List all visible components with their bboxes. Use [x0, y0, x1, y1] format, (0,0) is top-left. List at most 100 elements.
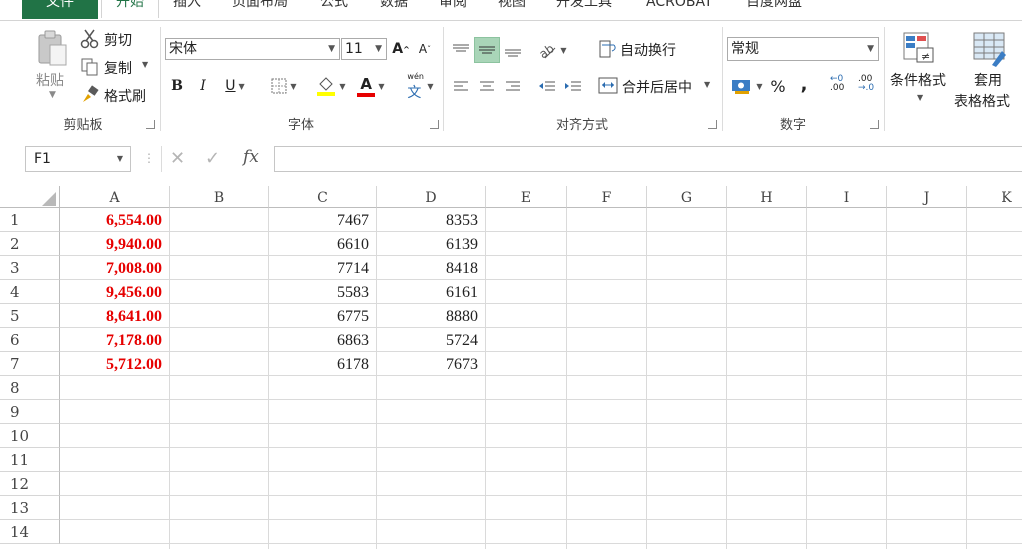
row-header-14[interactable]: 14 — [0, 520, 60, 544]
cell-a6[interactable]: 7,178.00 — [60, 328, 170, 352]
tab-developer[interactable]: 开发工具 — [556, 0, 612, 18]
row-header-2[interactable]: 2 — [0, 232, 60, 256]
cell-c2[interactable]: 6610 — [269, 232, 377, 256]
align-left-button[interactable] — [450, 73, 472, 99]
conditional-formatting-button[interactable]: ≠ 条件格式 ▼ — [888, 29, 952, 109]
paste-dropdown-icon[interactable]: ▼ — [49, 90, 56, 100]
merge-center-button[interactable]: 合并后居中 ▼ — [596, 73, 720, 99]
fill-color-button[interactable]: ▼ — [313, 73, 349, 99]
cell-d6[interactable]: 5724 — [377, 328, 486, 352]
column-header-j[interactable]: J — [887, 186, 967, 208]
number-launcher-icon[interactable] — [870, 120, 879, 129]
font-color-button[interactable]: A ▼ — [353, 73, 389, 99]
decrease-indent-button[interactable] — [536, 73, 558, 99]
row-header-4[interactable]: 4 — [0, 280, 60, 304]
row-header-12[interactable]: 12 — [0, 472, 60, 496]
cell-c3[interactable]: 7714 — [269, 256, 377, 280]
align-middle-button[interactable] — [474, 37, 500, 63]
column-header-g[interactable]: G — [647, 186, 727, 208]
grow-font-button[interactable]: A ^ — [392, 38, 410, 60]
cell-a5[interactable]: 8,641.00 — [60, 304, 170, 328]
cell-a1[interactable]: 6,554.00 — [60, 208, 170, 232]
column-header-k[interactable]: K — [967, 186, 1022, 208]
column-header-e[interactable]: E — [486, 186, 567, 208]
tab-formulas[interactable]: 公式 — [320, 0, 348, 18]
italic-button[interactable]: I — [193, 75, 213, 97]
tab-home[interactable]: 开始 — [101, 0, 159, 18]
chevron-down-icon[interactable]: ▼ — [704, 80, 710, 89]
cell-c1[interactable]: 7467 — [269, 208, 377, 232]
increase-indent-button[interactable] — [562, 73, 584, 99]
number-format-select[interactable]: 常规 ▼ — [727, 37, 879, 61]
enter-check-icon[interactable]: ✓ — [205, 148, 220, 169]
formula-bar-handle-icon[interactable]: ⋮ — [143, 151, 155, 165]
align-center-button[interactable] — [476, 73, 498, 99]
align-top-button[interactable] — [450, 37, 472, 63]
tab-page-layout[interactable]: 页面布局 — [232, 0, 288, 18]
font-launcher-icon[interactable] — [430, 120, 439, 129]
font-name-select[interactable]: 宋体 ▼ — [165, 38, 340, 60]
cell-d7[interactable]: 7673 — [377, 352, 486, 376]
row-header-5[interactable]: 5 — [0, 304, 60, 328]
select-all-corner[interactable] — [0, 186, 60, 208]
alignment-launcher-icon[interactable] — [708, 120, 717, 129]
cell-d1[interactable]: 8353 — [377, 208, 486, 232]
comma-style-button[interactable]: , — [796, 71, 812, 97]
insert-function-button[interactable]: fx — [243, 147, 259, 167]
align-bottom-button[interactable] — [502, 37, 524, 63]
tab-data[interactable]: 数据 — [380, 0, 408, 18]
copy-dropdown-icon[interactable]: ▼ — [142, 60, 148, 69]
tab-review[interactable]: 审阅 — [439, 0, 467, 18]
shrink-font-button[interactable]: Aˇ — [416, 38, 434, 60]
accounting-format-button[interactable]: ▼ — [728, 73, 766, 99]
cell-d5[interactable]: 8880 — [377, 304, 486, 328]
formula-input[interactable] — [274, 146, 1022, 172]
clipboard-launcher-icon[interactable] — [146, 120, 155, 129]
row-header-9[interactable]: 9 — [0, 400, 60, 424]
tab-insert[interactable]: 插入 — [173, 0, 201, 18]
chevron-down-icon[interactable]: ▼ — [117, 147, 123, 171]
cell-d4[interactable]: 6161 — [377, 280, 486, 304]
column-header-d[interactable]: D — [377, 186, 486, 208]
phonetic-button[interactable]: wén 文 ▼ — [403, 72, 437, 101]
cell-a4[interactable]: 9,456.00 — [60, 280, 170, 304]
bold-button[interactable]: B — [167, 75, 187, 97]
row-header-3[interactable]: 3 — [0, 256, 60, 280]
percent-button[interactable]: % — [768, 73, 788, 99]
cell-c6[interactable]: 6863 — [269, 328, 377, 352]
row-header-11[interactable]: 11 — [0, 448, 60, 472]
column-header-b[interactable]: B — [170, 186, 269, 208]
align-right-button[interactable] — [502, 73, 524, 99]
tab-baidu-netdisk[interactable]: 百度网盘 — [746, 0, 802, 18]
row-header-7[interactable]: 7 — [0, 352, 60, 376]
copy-button[interactable]: 复制 ▼ — [80, 57, 158, 79]
borders-button[interactable]: ▼ — [266, 75, 302, 97]
tab-view[interactable]: 视图 — [498, 0, 526, 18]
format-painter-button[interactable]: 格式刷 — [80, 85, 160, 107]
name-box[interactable]: F1 ▼ — [25, 146, 131, 172]
decrease-decimal-button[interactable]: .00 →.0 — [858, 75, 880, 99]
column-header-c[interactable]: C — [269, 186, 377, 208]
row-header-6[interactable]: 6 — [0, 328, 60, 352]
wrap-text-button[interactable]: 自动换行 — [596, 37, 696, 63]
cell-d2[interactable]: 6139 — [377, 232, 486, 256]
cell-d3[interactable]: 8418 — [377, 256, 486, 280]
cell-a2[interactable]: 9,940.00 — [60, 232, 170, 256]
column-header-f[interactable]: F — [567, 186, 647, 208]
column-header-i[interactable]: I — [807, 186, 887, 208]
paste-button[interactable] — [34, 29, 72, 69]
format-as-table-button[interactable]: 套用 表格格式 — [954, 29, 1022, 110]
row-header-8[interactable]: 8 — [0, 376, 60, 400]
underline-button[interactable]: U ▼ — [218, 75, 252, 97]
cell-c7[interactable]: 6178 — [269, 352, 377, 376]
column-header-a[interactable]: A — [60, 186, 170, 208]
cell-c4[interactable]: 5583 — [269, 280, 377, 304]
cell-c5[interactable]: 6775 — [269, 304, 377, 328]
tab-acrobat[interactable]: ACROBAT — [646, 0, 713, 18]
tab-file[interactable]: 文件 — [22, 0, 98, 19]
cell-a7[interactable]: 5,712.00 — [60, 352, 170, 376]
row-header-10[interactable]: 10 — [0, 424, 60, 448]
font-size-select[interactable]: 11 ▼ — [341, 38, 387, 60]
increase-decimal-button[interactable]: ←0 .00 — [830, 75, 852, 99]
row-header-13[interactable]: 13 — [0, 496, 60, 520]
